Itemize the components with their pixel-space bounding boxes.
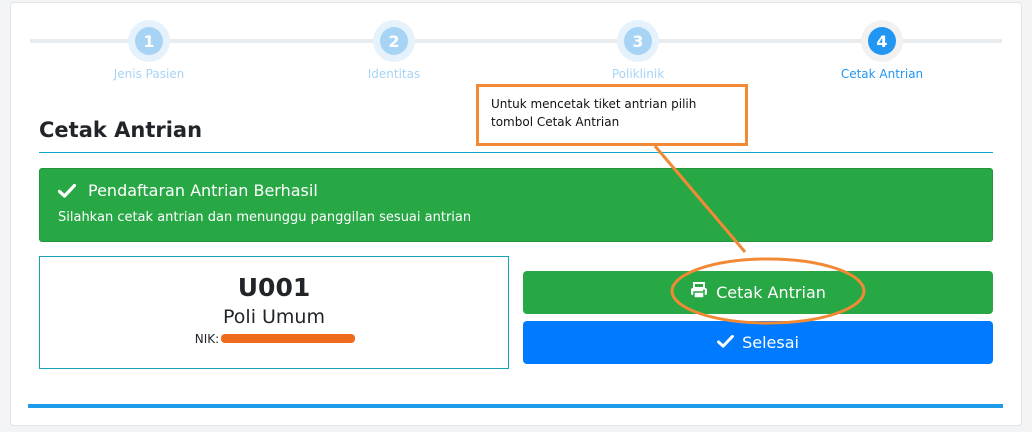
callout-pointer-line [653,145,747,253]
highlight-ellipse [670,257,866,325]
tutorial-highlight [653,145,866,325]
